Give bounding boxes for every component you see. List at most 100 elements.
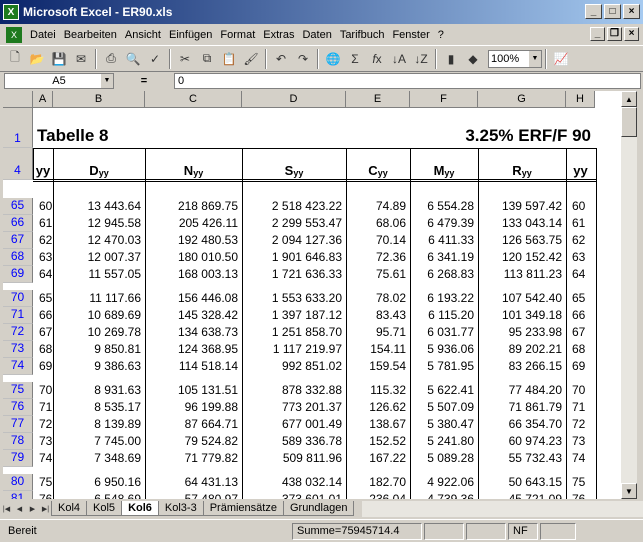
table-cell[interactable]: 61	[33, 215, 52, 232]
zoom-select[interactable]: 100% ▼	[488, 49, 542, 68]
doc-minimize-button[interactable]: _	[590, 27, 605, 41]
table-cell[interactable]: 60	[33, 198, 52, 215]
select-all-corner[interactable]	[3, 91, 33, 108]
table-cell[interactable]: 60	[566, 198, 591, 215]
table-cell[interactable]: 96 199.88	[145, 399, 238, 416]
menu-help[interactable]: ?	[434, 29, 448, 41]
row-header[interactable]: 70	[3, 290, 33, 307]
table-cell[interactable]: 9 386.63	[53, 358, 141, 375]
table-cell[interactable]: 1 117 219.97	[242, 341, 342, 358]
row-header[interactable]: 80	[3, 474, 33, 491]
row-header[interactable]: 76	[3, 399, 33, 416]
table-cell[interactable]: 5 936.06	[410, 341, 474, 358]
name-box[interactable]: A5 ▼	[4, 72, 114, 89]
table-cell[interactable]: 7 348.69	[53, 450, 141, 467]
table-cell[interactable]: 8 535.17	[53, 399, 141, 416]
spreadsheet-grid[interactable]: A B C D E F G H 1 Tabelle 8 3.25% ERF/F 90 4 yy Dyy Ny…	[3, 91, 621, 499]
table-cell[interactable]: 66	[33, 307, 52, 324]
table-cell[interactable]: 218 869.75	[145, 198, 238, 215]
table-cell[interactable]: 64	[33, 266, 52, 283]
table-cell[interactable]: 152.52	[346, 433, 406, 450]
table-cell[interactable]: 8 931.63	[53, 382, 141, 399]
table-cell[interactable]: 69	[566, 358, 591, 375]
table-cell[interactable]: 373 601.01	[242, 491, 342, 499]
table-cell[interactable]: 6 548.69	[53, 491, 141, 499]
table-cell[interactable]: 438 032.14	[242, 474, 342, 491]
table-cell[interactable]: 62	[33, 232, 52, 249]
menu-extras[interactable]: Extras	[259, 29, 298, 41]
table-cell[interactable]: 2 299 553.47	[242, 215, 342, 232]
table-cell[interactable]: 1 721 636.33	[242, 266, 342, 283]
table-cell[interactable]: 1 251 858.70	[242, 324, 342, 341]
table-cell[interactable]: 12 945.58	[53, 215, 141, 232]
table-cell[interactable]: 64	[566, 266, 591, 283]
table-cell[interactable]: 8 139.89	[53, 416, 141, 433]
autosum-icon[interactable]: Σ	[344, 48, 366, 70]
row-header[interactable]: 68	[3, 249, 33, 266]
table-cell[interactable]: 63	[566, 249, 591, 266]
table-cell[interactable]: 4 922.06	[410, 474, 474, 491]
chart-wizard-icon[interactable]: ▮	[440, 48, 462, 70]
table-cell[interactable]: 2 518 423.22	[242, 198, 342, 215]
column-header[interactable]: H	[566, 91, 595, 108]
column-header[interactable]: F	[410, 91, 478, 108]
format-painter-icon[interactable]: 🖌	[240, 48, 262, 70]
table-cell[interactable]: 77 484.20	[478, 382, 562, 399]
column-header[interactable]: B	[53, 91, 145, 108]
table-cell[interactable]: 192 480.53	[145, 232, 238, 249]
menu-format[interactable]: Format	[216, 29, 259, 41]
table-cell[interactable]: 95 233.98	[478, 324, 562, 341]
table-cell[interactable]: 75	[33, 474, 52, 491]
row-header[interactable]: 65	[3, 198, 33, 215]
table-cell[interactable]: 6 411.33	[410, 232, 474, 249]
tab-kol3-3[interactable]: Kol3-3	[157, 501, 204, 516]
print-icon[interactable]: ⎙	[100, 48, 122, 70]
table-cell[interactable]: 70	[566, 382, 591, 399]
drawing-icon[interactable]: ◆	[462, 48, 484, 70]
table-cell[interactable]: 72	[566, 416, 591, 433]
workbook-icon[interactable]: X	[6, 26, 22, 43]
row-header[interactable]: 78	[3, 433, 33, 450]
table-cell[interactable]: 74	[33, 450, 52, 467]
table-cell[interactable]: 65	[566, 290, 591, 307]
undo-icon[interactable]: ↶	[270, 48, 292, 70]
table-cell[interactable]: 74.89	[346, 198, 406, 215]
row-header[interactable]: 75	[3, 382, 33, 399]
spellcheck-icon[interactable]: ✓	[144, 48, 166, 70]
hyperlink-icon[interactable]: 🌐	[322, 48, 344, 70]
table-cell[interactable]: 57 480.97	[145, 491, 238, 499]
table-cell[interactable]: 5 380.47	[410, 416, 474, 433]
table-cell[interactable]: 55 732.43	[478, 450, 562, 467]
table-cell[interactable]: 60 974.23	[478, 433, 562, 450]
table-cell[interactable]: 145 328.42	[145, 307, 238, 324]
formula-equals[interactable]: =	[114, 75, 174, 87]
table-cell[interactable]: 63	[33, 249, 52, 266]
table-cell[interactable]: 205 426.11	[145, 215, 238, 232]
tab-kol5[interactable]: Kol5	[86, 501, 123, 516]
tab-praemiensaetze[interactable]: Prämiensätze	[202, 501, 284, 516]
table-cell[interactable]: 76	[566, 491, 591, 499]
table-cell[interactable]: 5 507.09	[410, 399, 474, 416]
table-cell[interactable]: 89 202.21	[478, 341, 562, 358]
table-cell[interactable]: 71 861.79	[478, 399, 562, 416]
table-cell[interactable]: 182.70	[346, 474, 406, 491]
formula-input[interactable]: 0	[174, 72, 641, 89]
table-cell[interactable]: 6 268.83	[410, 266, 474, 283]
table-cell[interactable]: 12 470.03	[53, 232, 141, 249]
tab-grundlagen[interactable]: Grundlagen	[282, 501, 355, 516]
table-cell[interactable]: 6 031.77	[410, 324, 474, 341]
row-header[interactable]: 79	[3, 450, 33, 467]
menu-datei[interactable]: Datei	[26, 29, 60, 41]
table-cell[interactable]: 75	[566, 474, 591, 491]
doc-restore-button[interactable]: ❐	[607, 27, 622, 41]
table-cell[interactable]: 71	[33, 399, 52, 416]
table-cell[interactable]: 1 553 633.20	[242, 290, 342, 307]
table-cell[interactable]: 79 524.82	[145, 433, 238, 450]
table-cell[interactable]: 1 901 646.83	[242, 249, 342, 266]
paste-icon[interactable]: 📋	[218, 48, 240, 70]
table-cell[interactable]: 236.04	[346, 491, 406, 499]
table-cell[interactable]: 105 131.51	[145, 382, 238, 399]
row-header[interactable]: 1	[3, 108, 33, 148]
table-cell[interactable]: 5 622.41	[410, 382, 474, 399]
scroll-thumb[interactable]	[621, 107, 637, 137]
